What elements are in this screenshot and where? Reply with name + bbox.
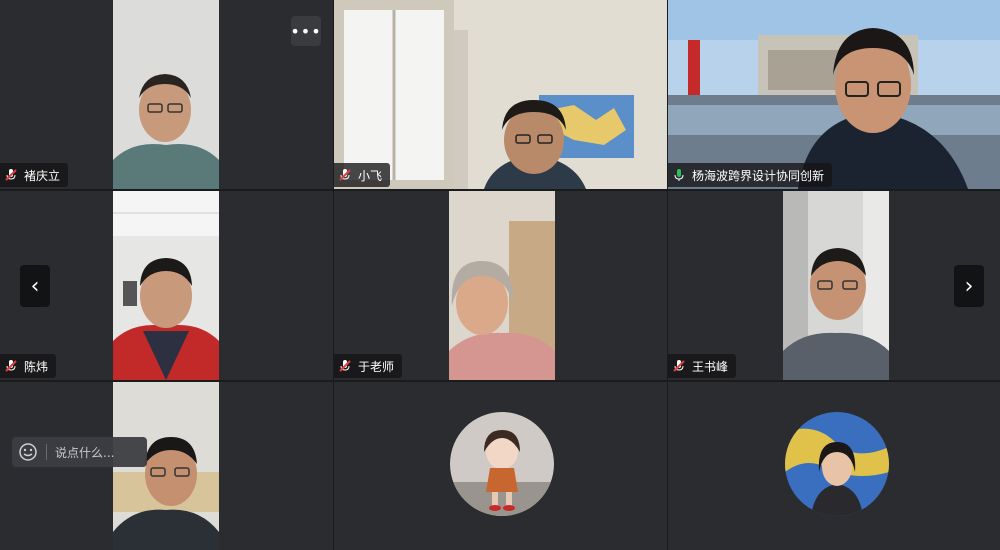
participant-namebar: 陈炜 bbox=[0, 354, 57, 378]
participant-namebar: 小飞 bbox=[334, 163, 391, 187]
prev-page-button[interactable]: ‹ bbox=[20, 265, 50, 307]
participant-video bbox=[334, 0, 667, 189]
participant-name: 小飞 bbox=[358, 168, 383, 183]
participant-tile-2[interactable]: 小飞 bbox=[334, 0, 667, 189]
chevron-right-icon: › bbox=[964, 273, 974, 299]
participant-name: 王书峰 bbox=[692, 359, 729, 374]
participant-avatar bbox=[450, 412, 554, 516]
mic-muted-icon bbox=[4, 168, 18, 182]
participant-tile-8[interactable] bbox=[334, 382, 667, 550]
mic-muted-icon bbox=[672, 359, 686, 373]
participant-tile-6[interactable]: 王书峰 bbox=[668, 191, 1000, 380]
participant-video bbox=[113, 191, 219, 380]
emoji-icon[interactable] bbox=[18, 442, 38, 462]
participant-tile-3[interactable]: 杨海波跨界设计协同创新 bbox=[668, 0, 1000, 189]
participant-name: 褚庆立 bbox=[24, 168, 61, 183]
chat-input[interactable]: 说点什么... bbox=[12, 437, 147, 467]
participant-namebar: 杨海波跨界设计协同创新 bbox=[668, 163, 833, 187]
participant-video bbox=[783, 191, 889, 380]
participant-name: 杨海波跨界设计协同创新 bbox=[692, 168, 825, 183]
video-grid: 褚庆立 ••• 小飞 杨海波跨界设计协同创新 陈炜 于老师 王书峰 bbox=[0, 0, 1000, 550]
participant-video bbox=[668, 0, 1000, 189]
chat-divider bbox=[46, 444, 47, 460]
participant-avatar bbox=[785, 412, 889, 516]
participant-namebar: 褚庆立 bbox=[0, 163, 69, 187]
next-page-button[interactable]: › bbox=[954, 265, 984, 307]
participant-tile-9[interactable] bbox=[668, 382, 1000, 550]
chevron-left-icon: ‹ bbox=[30, 273, 40, 299]
mic-active-icon bbox=[672, 168, 686, 182]
mic-muted-icon bbox=[4, 359, 18, 373]
participant-video bbox=[449, 191, 555, 380]
mic-muted-icon bbox=[338, 168, 352, 182]
participant-name: 于老师 bbox=[358, 359, 395, 374]
participant-namebar: 王书峰 bbox=[668, 354, 737, 378]
participant-tile-1[interactable]: 褚庆立 ••• bbox=[0, 0, 333, 189]
participant-name: 陈炜 bbox=[24, 359, 49, 374]
participant-namebar: 于老师 bbox=[334, 354, 403, 378]
participant-video bbox=[113, 0, 219, 189]
chat-placeholder: 说点什么... bbox=[55, 445, 115, 460]
more-options-button[interactable]: ••• bbox=[290, 16, 321, 46]
participant-tile-5[interactable]: 于老师 bbox=[334, 191, 667, 380]
mic-muted-icon bbox=[338, 359, 352, 373]
